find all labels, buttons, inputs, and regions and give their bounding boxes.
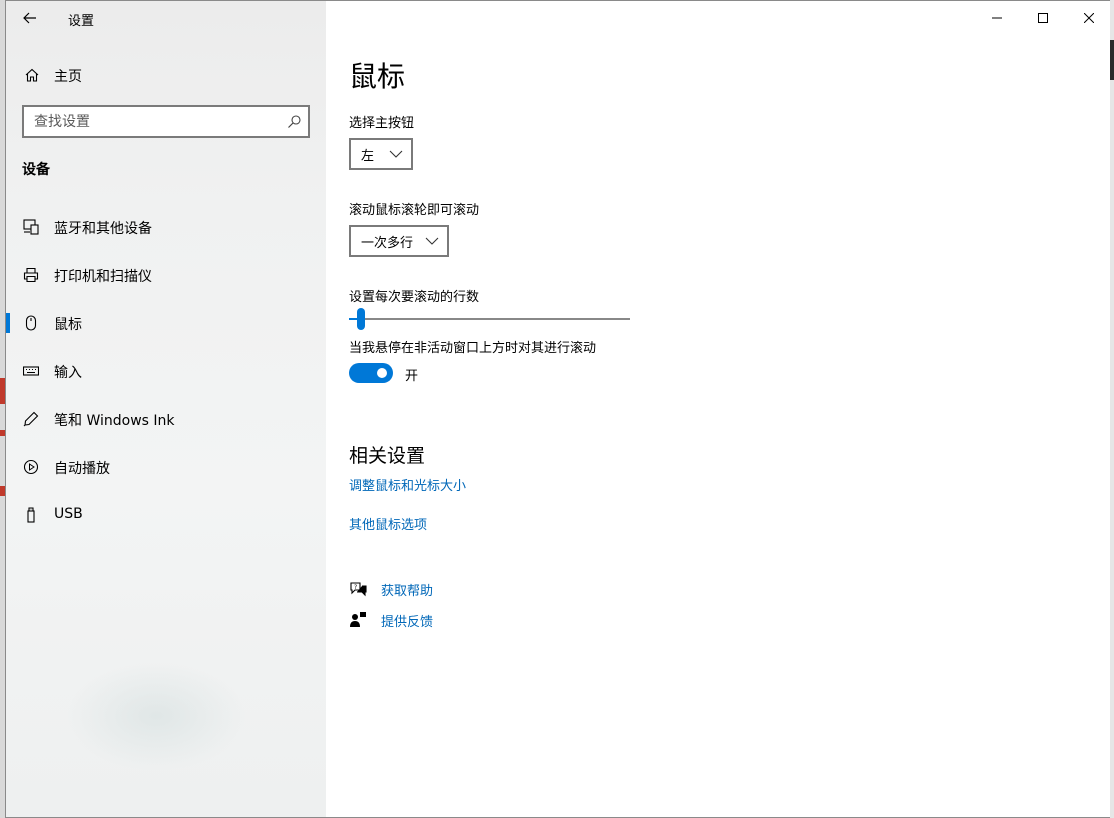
related-settings-title: 相关设置	[349, 445, 426, 467]
sidebar-item-label: 输入	[54, 365, 82, 381]
app-title: 设置	[68, 14, 95, 29]
settings-window: 设置 主页 设备 蓝牙和其他设备	[5, 0, 1110, 818]
sidebar-item-pen[interactable]: 笔和 Windows Ink	[6, 395, 326, 443]
feedback-link[interactable]: 提供反馈	[381, 611, 433, 630]
autoplay-icon	[23, 459, 39, 475]
help-chat-icon: ?	[350, 582, 367, 597]
sidebar-item-printers[interactable]: 打印机和扫描仪	[6, 251, 326, 299]
scroll-lines-label: 设置每次要滚动的行数	[349, 290, 480, 305]
sidebar-item-usb[interactable]: USB	[6, 491, 326, 539]
primary-button-dropdown[interactable]: 左	[349, 138, 413, 170]
sidebar-item-label: 打印机和扫描仪	[54, 269, 152, 285]
inactive-scroll-label: 当我悬停在非活动窗口上方时对其进行滚动	[349, 341, 597, 356]
get-help-link[interactable]: 获取帮助	[381, 580, 433, 599]
home-icon	[25, 68, 39, 82]
section-title: 设备	[22, 162, 50, 178]
close-icon	[1084, 13, 1094, 23]
sidebar-item-label: 蓝牙和其他设备	[54, 221, 152, 237]
pen-icon	[23, 411, 39, 427]
search-box[interactable]	[22, 105, 310, 138]
sidebar-item-mouse[interactable]: 鼠标	[6, 299, 326, 347]
background-right-strip	[1110, 0, 1114, 818]
page-title: 鼠标	[349, 60, 406, 93]
search-input[interactable]	[34, 112, 274, 132]
sidebar-item-typing[interactable]: 输入	[6, 347, 326, 395]
sidebar-nav: 蓝牙和其他设备 打印机和扫描仪 鼠标 输入 笔和 Windows Ink 自动播…	[6, 203, 326, 539]
chevron-down-icon	[425, 237, 439, 245]
sidebar-item-label: 鼠标	[54, 317, 82, 333]
get-help-row[interactable]: ? 获取帮助	[349, 578, 549, 600]
toggle-state-label: 开	[405, 369, 419, 384]
feedback-row[interactable]: 提供反馈	[349, 609, 549, 631]
content-pane: 鼠标 选择主按钮 左 滚动鼠标滚轮即可滚动 一次多行 设置每次要滚动的行数 当我…	[326, 1, 1110, 817]
maximize-icon	[1038, 13, 1048, 23]
close-button[interactable]	[1066, 7, 1112, 29]
link-mouse-cursor-size[interactable]: 调整鼠标和光标大小	[349, 475, 466, 494]
home-label: 主页	[54, 69, 82, 85]
slider-thumb[interactable]	[357, 308, 365, 330]
sidebar-item-label: 笔和 Windows Ink	[54, 413, 175, 429]
sidebar-item-home[interactable]: 主页	[6, 59, 326, 91]
sidebar-item-autoplay[interactable]: 自动播放	[6, 443, 326, 491]
maximize-button[interactable]	[1020, 7, 1066, 29]
minimize-icon	[992, 17, 1002, 19]
sidebar-item-bluetooth[interactable]: 蓝牙和其他设备	[6, 203, 326, 251]
printer-icon	[23, 267, 39, 283]
back-button[interactable]	[18, 7, 42, 29]
sidebar: 设置 主页 设备 蓝牙和其他设备	[6, 1, 326, 817]
search-icon[interactable]	[286, 114, 302, 130]
title-bar: 设置	[6, 1, 326, 35]
inactive-scroll-toggle[interactable]	[349, 363, 393, 383]
sidebar-item-label: 自动播放	[54, 461, 110, 477]
link-additional-mouse-options[interactable]: 其他鼠标选项	[349, 514, 427, 533]
sidebar-item-label: USB	[54, 506, 83, 522]
wheel-scroll-dropdown[interactable]: 一次多行	[349, 225, 449, 257]
feedback-icon	[350, 612, 366, 627]
toggle-knob	[377, 368, 387, 378]
minimize-button[interactable]	[974, 7, 1020, 29]
back-arrow-icon	[23, 12, 36, 24]
chevron-down-icon	[389, 150, 403, 158]
svg-text:?: ?	[354, 584, 357, 591]
usb-icon	[27, 507, 35, 523]
mouse-icon	[25, 315, 37, 331]
primary-button-value: 左	[361, 148, 375, 164]
slider-track[interactable]	[349, 318, 630, 320]
bluetooth-devices-icon	[23, 219, 39, 235]
keyboard-icon	[23, 366, 39, 376]
wheel-scroll-label: 滚动鼠标滚轮即可滚动	[349, 203, 480, 218]
wheel-scroll-value: 一次多行	[361, 235, 414, 251]
primary-button-label: 选择主按钮	[349, 116, 415, 131]
scroll-lines-slider[interactable]	[349, 307, 630, 333]
